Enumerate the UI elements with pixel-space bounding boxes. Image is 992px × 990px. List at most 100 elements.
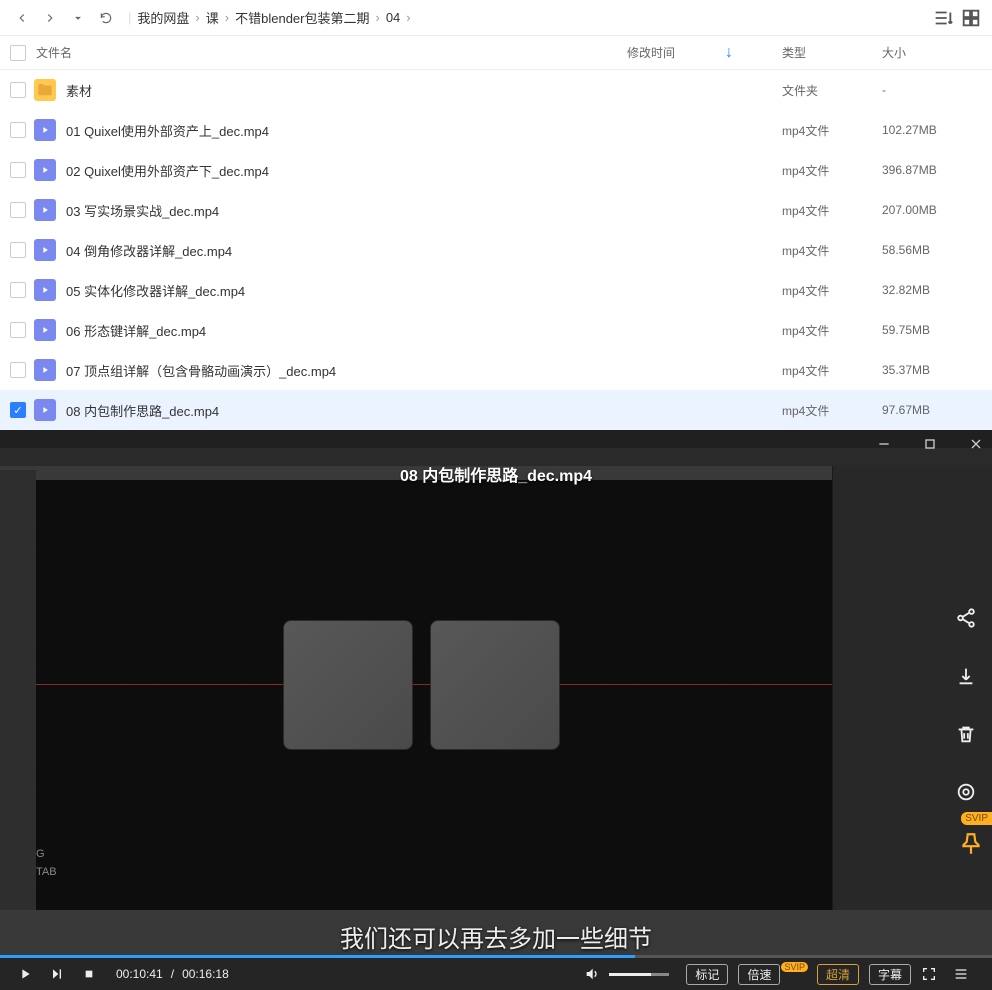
download-button[interactable] xyxy=(948,658,984,694)
sort-desc-icon: ↓ xyxy=(725,44,733,62)
file-name: 08 内包制作思路_dec.mp4 xyxy=(66,401,627,420)
select-all-checkbox[interactable] xyxy=(10,45,26,61)
file-type: mp4文件 xyxy=(782,202,882,219)
column-header-mtime[interactable]: 修改时间↓ xyxy=(627,44,782,62)
file-name: 05 实体化修改器详解_dec.mp4 xyxy=(66,281,627,300)
delete-button[interactable] xyxy=(948,716,984,752)
caption-button[interactable]: 字幕 xyxy=(869,964,911,985)
file-type: mp4文件 xyxy=(782,362,882,379)
forward-button[interactable] xyxy=(38,6,62,30)
row-checkbox[interactable] xyxy=(10,82,26,98)
file-row[interactable]: 07 顶点组详解（包含骨骼动画演示）_dec.mp4 mp4文件35.37MB xyxy=(0,350,992,390)
row-checkbox[interactable] xyxy=(10,202,26,218)
breadcrumb: 我的网盘 › 课 › 不错blender包装第二期 › 04 › xyxy=(137,8,416,27)
file-row[interactable]: ✓08 内包制作思路_dec.mp4mp4文件97.67MB xyxy=(0,390,992,430)
dropdown-button[interactable] xyxy=(66,6,90,30)
back-button[interactable] xyxy=(10,6,34,30)
row-checkbox[interactable] xyxy=(10,242,26,258)
breadcrumb-root[interactable]: 我的网盘 xyxy=(137,8,189,27)
file-type: mp4文件 xyxy=(782,122,882,139)
column-header-size[interactable]: 大小 xyxy=(882,44,982,61)
file-name: 07 顶点组详解（包含骨骼动画演示）_dec.mp4 xyxy=(66,361,627,380)
file-row[interactable]: 03 写实场景实战_dec.mp4 mp4文件207.00MB xyxy=(0,190,992,230)
breadcrumb-item[interactable]: 课 xyxy=(206,8,219,27)
window-controls xyxy=(876,436,984,455)
breadcrumb-item[interactable]: 不错blender包装第二期 xyxy=(235,8,369,27)
playlist-button[interactable] xyxy=(948,961,974,987)
column-header-type[interactable]: 类型 xyxy=(782,44,882,61)
breadcrumb-item[interactable]: 04 xyxy=(386,10,400,25)
maximize-button[interactable] xyxy=(922,436,938,455)
file-row[interactable]: 05 实体化修改器详解_dec.mp4mp4文件32.82MB xyxy=(0,270,992,310)
row-checkbox[interactable] xyxy=(10,362,26,378)
video-icon xyxy=(34,119,56,141)
file-row[interactable]: 04 倒角修改器详解_dec.mp4mp4文件58.56MB xyxy=(0,230,992,270)
file-row[interactable]: 02 Quixel使用外部资产下_dec.mp4 mp4文件396.87MB xyxy=(0,150,992,190)
video-icon xyxy=(34,319,56,341)
row-checkbox[interactable] xyxy=(10,322,26,338)
chevron-right-icon: › xyxy=(406,10,410,25)
chevron-right-icon: › xyxy=(195,10,199,25)
file-name: 02 Quixel使用外部资产下_dec.mp4 xyxy=(66,161,627,180)
video-icon xyxy=(34,399,56,421)
column-header-name[interactable]: 文件名 xyxy=(32,44,627,61)
stop-button[interactable] xyxy=(76,961,102,987)
refresh-button[interactable] xyxy=(94,6,118,30)
folder-icon xyxy=(34,79,56,101)
time-total: 00:16:18 xyxy=(182,967,229,981)
grid-view-button[interactable] xyxy=(960,7,982,29)
file-row[interactable]: 素材 文件夹- xyxy=(0,70,992,110)
chevron-right-icon: › xyxy=(375,10,379,25)
video-icon xyxy=(34,159,56,181)
file-list: 素材文件夹-01 Quixel使用外部资产上_dec.mp4mp4文件102.2… xyxy=(0,70,992,430)
file-size: - xyxy=(882,83,982,97)
mark-button[interactable]: 标记 xyxy=(686,964,728,985)
fullscreen-button[interactable] xyxy=(916,961,942,987)
share-button[interactable] xyxy=(948,600,984,636)
volume-slider[interactable] xyxy=(609,973,669,976)
row-checkbox[interactable] xyxy=(10,282,26,298)
video-controls: 00:10:41 / 00:16:18 标记 倍速SVIP 超清 字幕 xyxy=(0,958,992,990)
row-checkbox[interactable] xyxy=(10,122,26,138)
file-name: 素材 xyxy=(66,81,627,100)
video-player[interactable]: G TAB 08 内包制作思路_dec.mp4 SVIP 我们还可以再去多加一些… xyxy=(0,430,992,990)
file-size: 396.87MB xyxy=(882,163,982,177)
speed-button[interactable]: 倍速 xyxy=(738,964,780,985)
video-subtitle: 我们还可以再去多加一些细节 xyxy=(0,919,992,954)
file-type: 文件夹 xyxy=(782,82,882,99)
file-size: 207.00MB xyxy=(882,203,982,217)
file-size: 102.27MB xyxy=(882,123,982,137)
video-icon xyxy=(34,199,56,221)
column-header-row: 文件名 修改时间↓ 类型 大小 xyxy=(0,36,992,70)
file-type: mp4文件 xyxy=(782,322,882,339)
file-size: 97.67MB xyxy=(882,403,982,417)
file-row[interactable]: 06 形态键详解_dec.mp4mp4文件59.75MB xyxy=(0,310,992,350)
next-button[interactable] xyxy=(44,961,70,987)
file-size: 58.56MB xyxy=(882,243,982,257)
toolbar-separator: | xyxy=(128,10,131,25)
settings-button[interactable] xyxy=(948,774,984,810)
file-type: mp4文件 xyxy=(782,162,882,179)
toolbar: | 我的网盘 › 课 › 不错blender包装第二期 › 04 › xyxy=(0,0,992,36)
sort-button[interactable] xyxy=(932,7,954,29)
overlay-key-tab: TAB xyxy=(36,866,57,878)
close-button[interactable] xyxy=(968,436,984,455)
file-size: 35.37MB xyxy=(882,363,982,377)
row-checkbox[interactable]: ✓ xyxy=(10,402,26,418)
quality-button[interactable]: 超清 xyxy=(817,964,859,985)
play-button[interactable] xyxy=(12,961,38,987)
video-title: 08 内包制作思路_dec.mp4 xyxy=(0,462,992,486)
minimize-button[interactable] xyxy=(876,436,892,455)
video-icon xyxy=(34,239,56,261)
row-checkbox[interactable] xyxy=(10,162,26,178)
file-size: 59.75MB xyxy=(882,323,982,337)
file-name: 01 Quixel使用外部资产上_dec.mp4 xyxy=(66,121,627,140)
pin-button[interactable] xyxy=(958,831,984,860)
side-action-bar xyxy=(948,600,984,810)
file-name: 03 写实场景实战_dec.mp4 xyxy=(66,201,627,220)
video-icon xyxy=(34,359,56,381)
file-name: 04 倒角修改器详解_dec.mp4 xyxy=(66,241,627,260)
volume-button[interactable] xyxy=(579,961,605,987)
file-row[interactable]: 01 Quixel使用外部资产上_dec.mp4 mp4文件102.27MB xyxy=(0,110,992,150)
time-separator: / xyxy=(171,967,174,981)
